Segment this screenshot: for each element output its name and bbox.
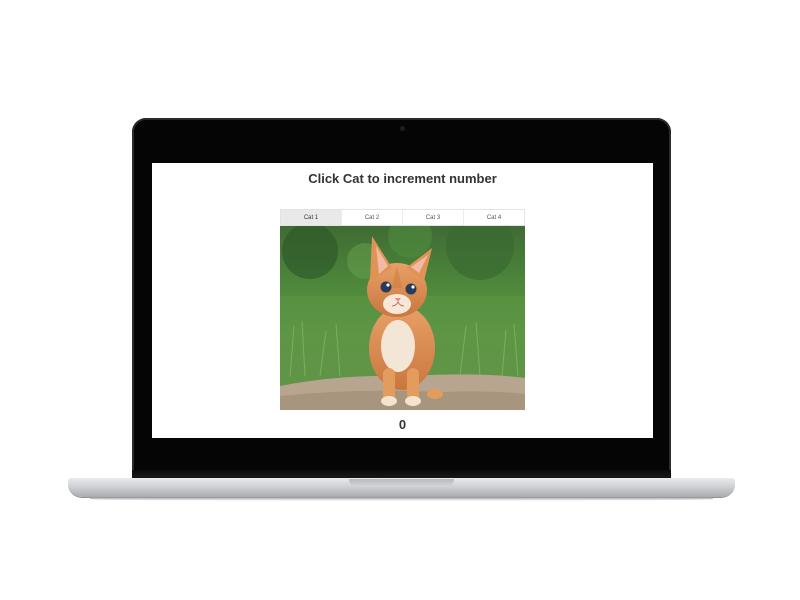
laptop-mockup: Click Cat to increment number Cat 1 Cat … [0, 0, 800, 600]
tab-label: Cat 1 [303, 214, 319, 221]
camera-icon [399, 126, 405, 131]
laptop-notch [349, 479, 454, 487]
tab-cat-3[interactable]: Cat 3 [403, 210, 464, 225]
tab-label: Cat 2 [364, 214, 380, 221]
laptop-shadow [90, 497, 713, 501]
cat-tabs: Cat 1 Cat 2 Cat 3 Cat 4 [280, 209, 525, 226]
cat-image[interactable] [280, 226, 525, 410]
kitten-illustration [280, 226, 525, 410]
tab-cat-4[interactable]: Cat 4 [464, 210, 524, 225]
tab-label: Cat 3 [425, 214, 441, 221]
tab-cat-2[interactable]: Cat 2 [342, 210, 403, 225]
app-screen: Click Cat to increment number Cat 1 Cat … [152, 163, 653, 438]
tab-cat-1[interactable]: Cat 1 [281, 210, 342, 225]
page-title: Click Cat to increment number [308, 171, 497, 186]
tab-label: Cat 4 [486, 214, 502, 221]
click-counter: 0 [398, 417, 407, 432]
